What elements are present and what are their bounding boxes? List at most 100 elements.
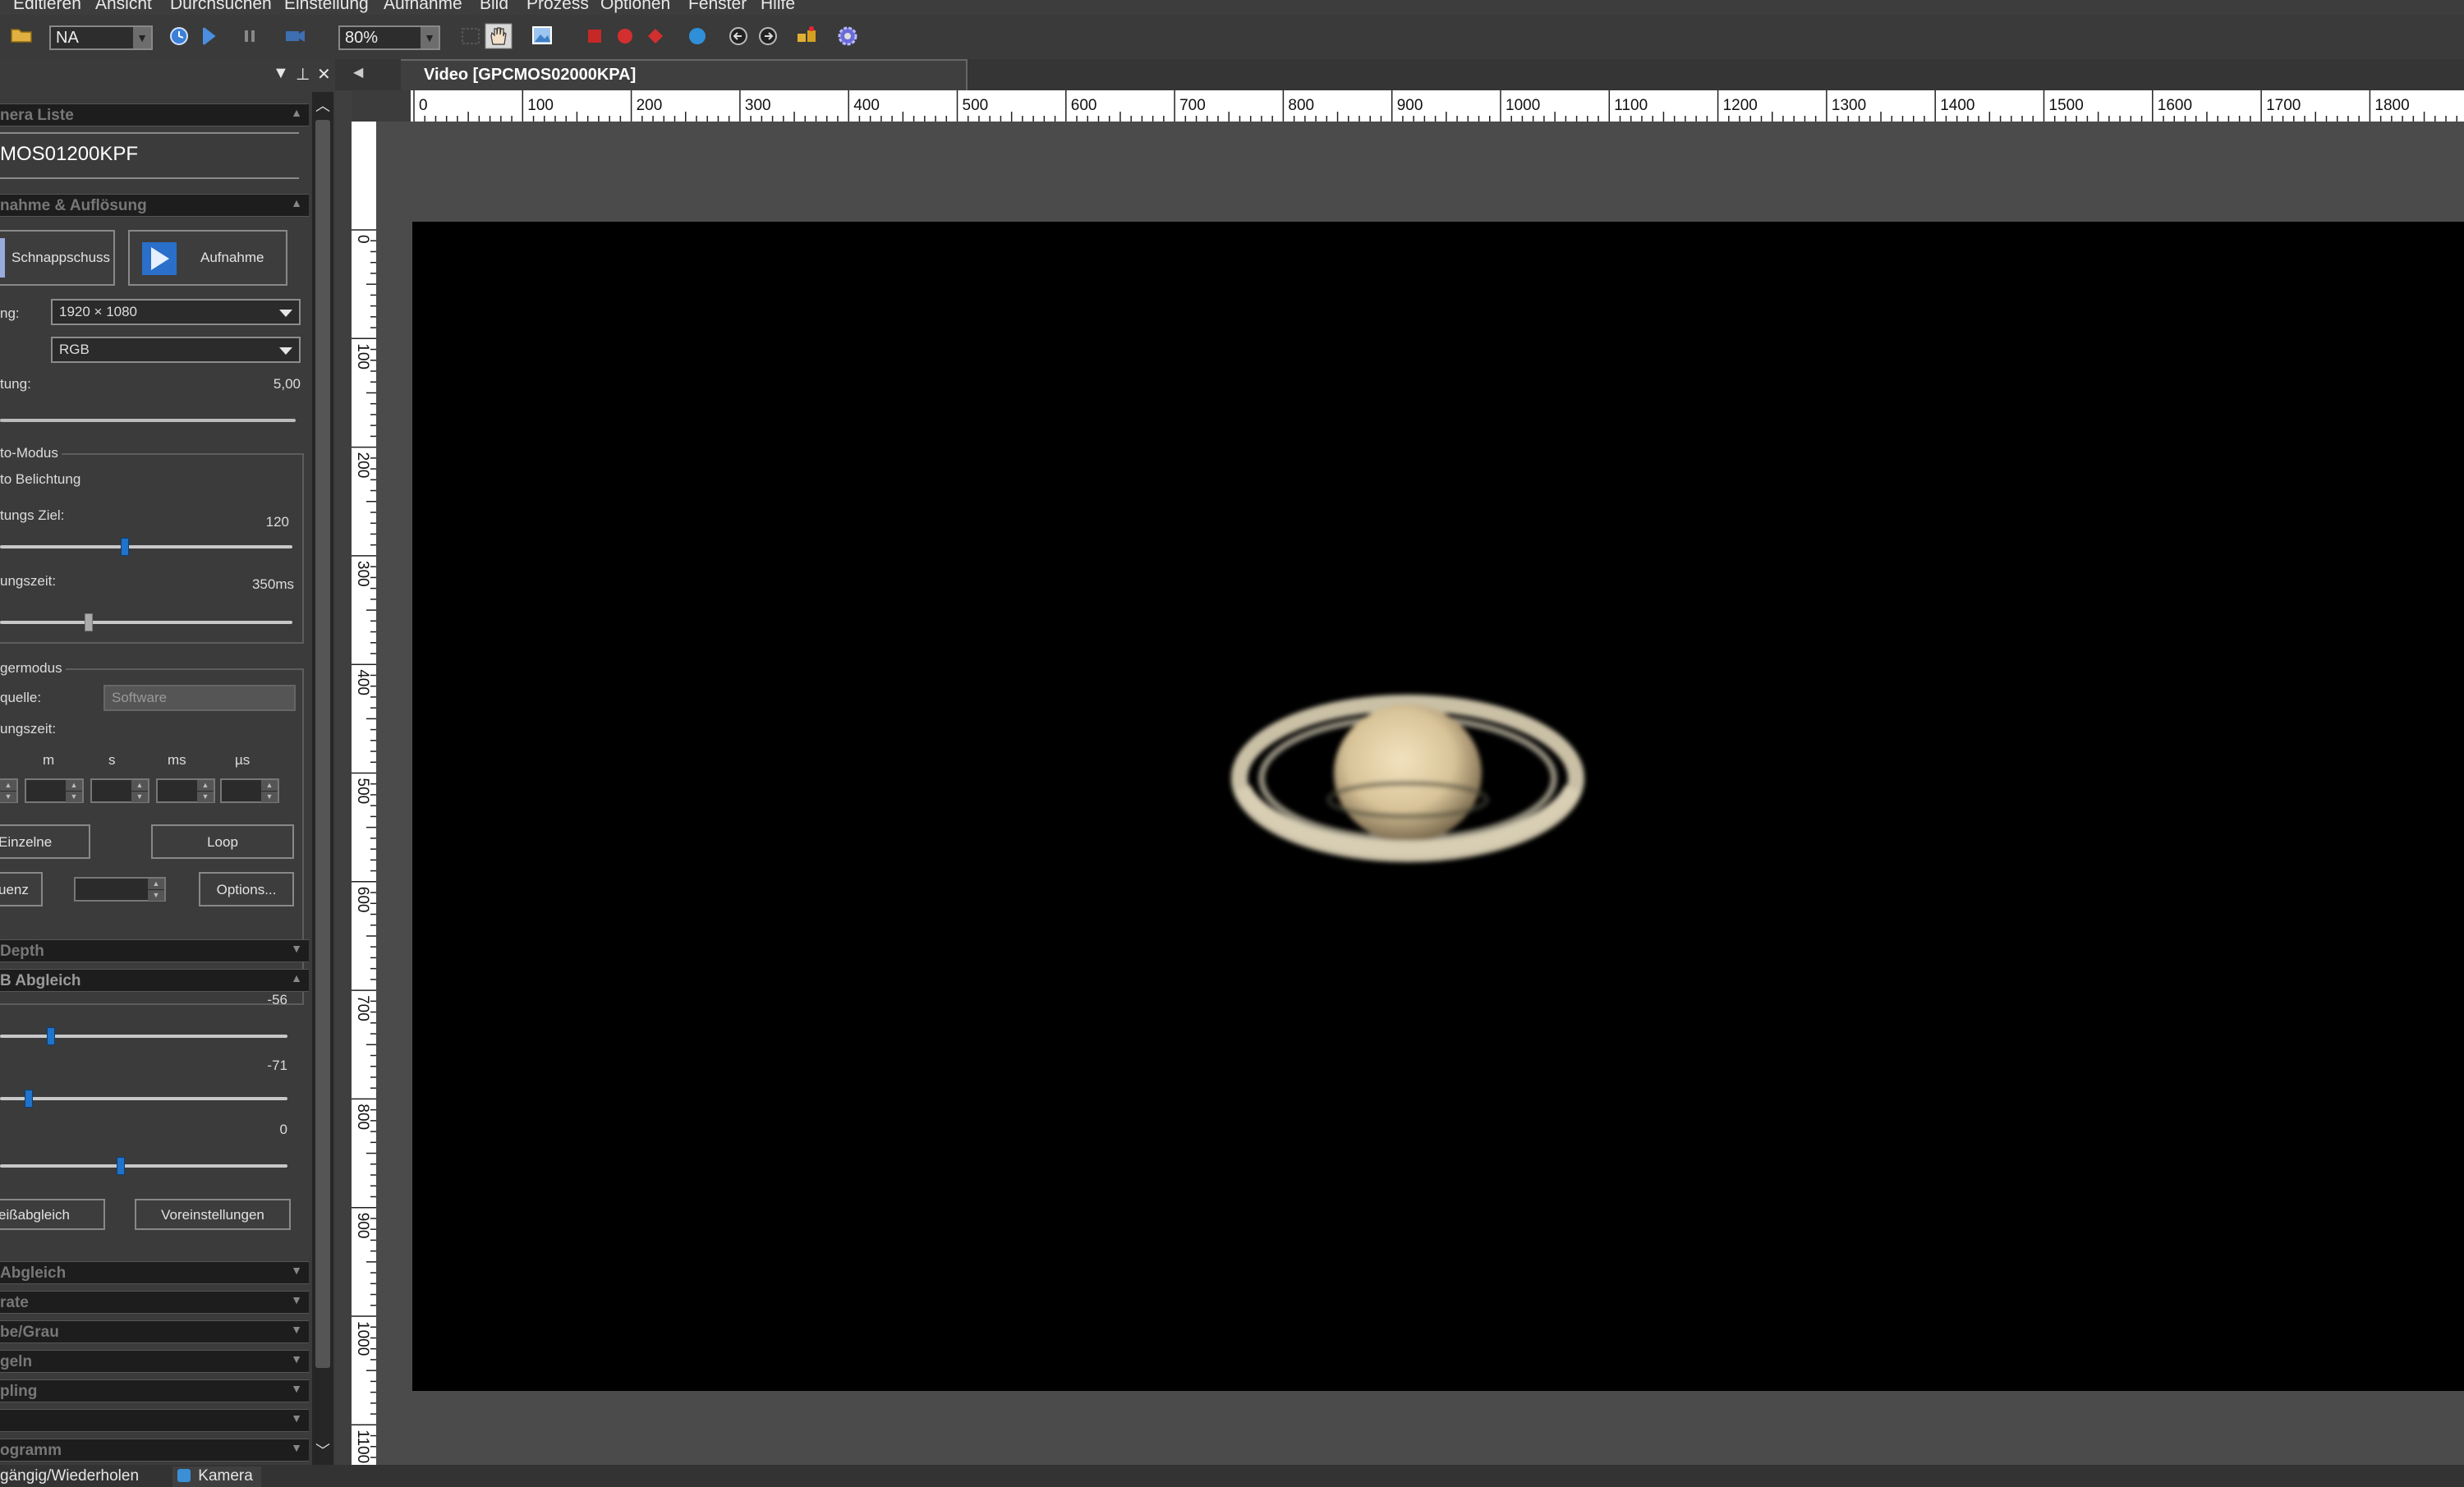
spinner-up-icon[interactable]: ▲: [66, 780, 82, 791]
us-spinner[interactable]: ▲ ▼: [220, 778, 279, 803]
timer-icon[interactable]: [168, 25, 190, 47]
auto-exposure-checkbox[interactable]: to Belichtung: [0, 471, 80, 488]
image-icon[interactable]: [531, 25, 555, 48]
loop-button[interactable]: Loop: [151, 824, 294, 859]
spinner-down-icon[interactable]: ▼: [261, 792, 278, 802]
defaults-button[interactable]: Voreinstellungen: [135, 1199, 291, 1230]
section-collapsed-1[interactable]: Abgleich ▼: [0, 1261, 309, 1284]
rotate-left-icon[interactable]: [728, 25, 749, 47]
format-select[interactable]: RGB: [51, 337, 301, 363]
pin-icon[interactable]: ⊥: [296, 64, 310, 85]
spinner-up-icon[interactable]: ▲: [197, 780, 214, 791]
menu-window[interactable]: Fenster: [688, 0, 747, 14]
spinner-up-icon[interactable]: ▲: [148, 879, 164, 889]
source-value: Software: [112, 690, 168, 705]
spinner-down-icon[interactable]: ▼: [197, 792, 214, 802]
spinner-down-icon[interactable]: ▼: [131, 792, 148, 802]
ms-spinner[interactable]: ▲ ▼: [156, 778, 215, 803]
spinner-down-icon[interactable]: ▼: [66, 792, 82, 802]
wb-red-thumb[interactable]: [47, 1027, 55, 1045]
zoom-combo[interactable]: 80% ▼: [338, 25, 440, 50]
tab-scroll-left-icon[interactable]: ◀: [353, 64, 363, 80]
panel-scrollbar[interactable]: ︿ ﹀: [312, 92, 333, 1465]
close-icon[interactable]: ✕: [317, 64, 331, 85]
red-tool-icon-3[interactable]: [646, 26, 665, 46]
red-tool-icon-2[interactable]: [615, 26, 635, 46]
section-white-balance[interactable]: B Abgleich ▲: [0, 969, 309, 992]
menu-settings[interactable]: Einstellung: [284, 0, 369, 14]
scroll-up-icon[interactable]: ︿: [312, 94, 333, 118]
ruler-label: 800: [354, 1104, 371, 1130]
wb-green-slider[interactable]: [0, 1097, 287, 1100]
red-tool-icon-1[interactable]: [585, 26, 605, 46]
chevron-down-icon[interactable]: ▼: [273, 64, 289, 83]
section-collapsed-4[interactable]: geln ▼: [0, 1350, 309, 1373]
spinner-up-icon[interactable]: ▲: [261, 780, 278, 791]
wb-green-thumb[interactable]: [25, 1090, 33, 1108]
spinner-down-icon[interactable]: ▼: [148, 890, 164, 901]
wb-blue-slider[interactable]: [0, 1164, 287, 1168]
section-collapsed-2[interactable]: rate ▼: [0, 1291, 309, 1314]
scroll-down-icon[interactable]: ﹀: [312, 1439, 333, 1463]
pause-icon[interactable]: [241, 27, 259, 45]
menu-view[interactable]: Ansicht: [95, 0, 152, 14]
video-preview[interactable]: [412, 222, 2464, 1391]
stack-icon[interactable]: [795, 25, 820, 48]
rotate-right-icon[interactable]: [757, 25, 779, 47]
wb-red-slider[interactable]: [0, 1035, 287, 1038]
record-video-icon[interactable]: [283, 25, 306, 47]
record-button[interactable]: Aufnahme: [128, 230, 287, 286]
section-collapsed-3[interactable]: be/Grau ▼: [0, 1320, 309, 1343]
menu-help[interactable]: Hilfe: [761, 0, 795, 14]
tab-camera[interactable]: Kamera: [172, 1466, 261, 1487]
chevron-down-icon: ▼: [291, 942, 302, 955]
scrollbar-thumb[interactable]: [315, 120, 330, 1368]
section-collapsed-6[interactable]: ▼: [0, 1409, 309, 1432]
menu-image[interactable]: Bild: [480, 0, 508, 14]
options-button[interactable]: Options...: [199, 872, 294, 906]
source-select[interactable]: Software: [103, 685, 296, 711]
hand-tool-icon[interactable]: [485, 23, 513, 49]
spinner-up-icon[interactable]: ▲: [0, 780, 16, 791]
sequence-button[interactable]: uenz: [0, 872, 43, 906]
wb-blue-thumb[interactable]: [117, 1157, 125, 1175]
time-slider[interactable]: [0, 621, 292, 624]
menu-browse[interactable]: Durchsuchen: [170, 0, 272, 14]
white-balance-button[interactable]: eißabgleich: [0, 1199, 105, 1230]
menu-capture[interactable]: Aufnahme: [384, 0, 462, 14]
camera-name[interactable]: MOS01200KPF: [0, 143, 138, 166]
select-tool-icon[interactable]: [460, 25, 483, 47]
menu-process[interactable]: Prozess: [526, 0, 589, 14]
blue-circle-icon[interactable]: [687, 25, 708, 47]
tab-undo-redo[interactable]: gängig/Wiederholen: [0, 1466, 164, 1487]
section-collapsed-7[interactable]: ogramm ▼: [0, 1439, 309, 1462]
minutes-spinner[interactable]: ▲ ▼: [25, 778, 84, 803]
chevron-down-icon: ▼: [291, 1382, 302, 1395]
play-icon[interactable]: [200, 25, 219, 47]
hours-spinner[interactable]: ▲ ▼: [0, 778, 18, 803]
open-folder-icon[interactable]: [10, 25, 34, 44]
tab-video[interactable]: Video [GPCMOS02000KPA]: [401, 59, 968, 90]
single-button[interactable]: Einzelne: [0, 824, 90, 859]
resolution-select[interactable]: 1920 × 1080: [51, 299, 301, 325]
section-capture-resolution[interactable]: nahme & Auflösung ▲: [0, 194, 309, 217]
target-slider[interactable]: [0, 545, 292, 548]
exposure-slider[interactable]: [0, 419, 296, 422]
chevron-down-icon: ▼: [291, 1352, 302, 1365]
ruler-label: 1400: [1940, 97, 1974, 114]
sequence-count-spinner[interactable]: ▲ ▼: [74, 877, 166, 902]
section-bit-depth[interactable]: Depth ▼: [0, 939, 309, 962]
menu-options[interactable]: Optionen: [600, 0, 670, 14]
time-slider-thumb[interactable]: [85, 613, 93, 631]
settings-gear-icon[interactable]: [836, 25, 859, 48]
camera-combo[interactable]: NA ▼: [49, 25, 153, 50]
target-slider-thumb[interactable]: [121, 538, 129, 556]
section-collapsed-5[interactable]: pling ▼: [0, 1379, 309, 1402]
menu-edit[interactable]: Editieren: [13, 0, 81, 14]
snapshot-button[interactable]: Schnappschuss: [0, 230, 115, 286]
section-camera-list[interactable]: nera Liste ▲: [0, 103, 309, 126]
ruler-label: 1300: [1832, 97, 1866, 114]
seconds-spinner[interactable]: ▲ ▼: [90, 778, 149, 803]
spinner-down-icon[interactable]: ▼: [0, 792, 16, 802]
spinner-up-icon[interactable]: ▲: [131, 780, 148, 791]
